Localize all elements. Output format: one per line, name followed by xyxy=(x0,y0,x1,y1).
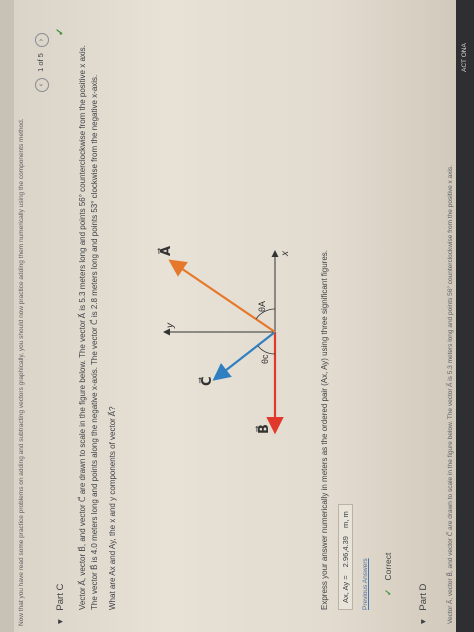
photo-stage: Now that you have read some practice pro… xyxy=(0,0,474,632)
label-b: B⃗ xyxy=(256,424,271,434)
check-icon: ✓ xyxy=(383,588,393,596)
answer-label: Ax, Ay = xyxy=(341,575,350,603)
correct-status: ✓ Correct xyxy=(383,553,394,596)
problem-text-line2: The vector B⃗ is 4.0 meters long and poi… xyxy=(90,74,99,610)
label-theta-a: θA xyxy=(257,301,267,312)
correct-label: Correct xyxy=(383,552,393,581)
part-d-title: Part D xyxy=(418,583,429,611)
question-text: What are Ax and Ay, the x and y componen… xyxy=(108,406,117,610)
top-notice: Now that you have read some practice pro… xyxy=(18,118,25,626)
bottom-badge: ACT ONA xyxy=(461,43,468,72)
part-d-text: Vector A⃗, vector B⃗, and vector C⃗ are … xyxy=(447,165,454,624)
part-d-header[interactable]: ▾ Part D xyxy=(418,584,429,624)
label-y: y xyxy=(165,322,176,329)
top-bar xyxy=(0,0,14,632)
problem-text-line1: Vector A⃗, vector B⃗, and vector C⃗ are … xyxy=(78,45,87,610)
label-c: C⃗ xyxy=(199,376,214,386)
part-c-header[interactable]: ▾ Part C xyxy=(55,584,66,624)
browser-page: Now that you have read some practice pro… xyxy=(0,0,474,632)
answer-unit: m, m xyxy=(341,511,350,528)
answer-box[interactable]: Ax, Ay = 2.96,4.39 m, m xyxy=(338,504,353,610)
label-theta-c: θc xyxy=(260,354,270,364)
vector-figure: y x A⃗ B⃗ C⃗ θc θA xyxy=(158,246,291,435)
chevron-down-icon: ▾ xyxy=(55,619,66,624)
pager-label: 1 of 5 xyxy=(36,53,45,72)
answer-value[interactable]: 2.96,4.39 xyxy=(341,536,350,567)
part-c-check-icon: ✓ xyxy=(55,27,66,36)
vector-a xyxy=(168,259,276,333)
chevron-down-icon: ▾ xyxy=(418,619,429,624)
instruction-text: Express your answer numerically in meter… xyxy=(320,249,329,610)
angle-c-arc xyxy=(257,345,276,355)
next-page-button[interactable]: › xyxy=(35,33,49,48)
previous-answers-link[interactable]: Previous Answers xyxy=(362,558,369,610)
prev-page-button[interactable]: ‹ xyxy=(35,78,49,92)
label-a: A⃗ xyxy=(158,246,173,256)
part-c-title: Part C xyxy=(55,583,66,611)
label-x: x xyxy=(280,250,291,257)
pager: ‹ 1 of 5 › xyxy=(35,33,49,92)
bottom-bar: ACT ONA xyxy=(456,0,474,632)
